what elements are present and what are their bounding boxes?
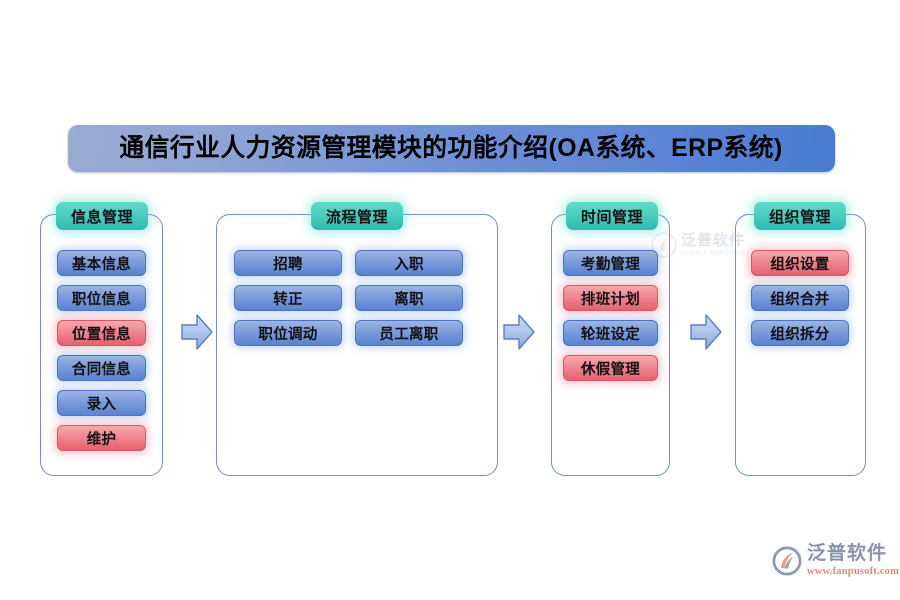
item-chip-label: 休假管理	[580, 361, 641, 378]
item-chip[interactable]: 位置信息	[57, 320, 146, 346]
item-chip-label: 职位调动	[258, 326, 318, 343]
column-header-3[interactable]: 时间管理	[566, 202, 658, 230]
item-chip-label: 位置信息	[71, 326, 132, 343]
column-header-4[interactable]: 组织管理	[754, 202, 846, 230]
column-header-label: 信息管理	[70, 208, 133, 226]
item-chip-label: 离职	[394, 291, 424, 308]
item-chip[interactable]: 维护	[57, 425, 146, 451]
item-chip[interactable]: 员工离职	[355, 320, 463, 346]
item-chip-label: 员工离职	[379, 326, 439, 343]
arrow-col2-to-col3-icon	[502, 312, 536, 352]
arrow-col1-to-col2-icon	[180, 312, 214, 352]
item-chip-label: 职位信息	[71, 291, 132, 308]
item-chip[interactable]: 组织设置	[751, 250, 849, 276]
item-chip-label: 组织拆分	[770, 326, 830, 343]
fanpu-logo: 泛普软件 www.fanpusoft.com	[772, 538, 899, 584]
diagram-title-banner: 通信行业人力资源管理模块的功能介绍(OA系统、ERP系统)	[68, 125, 835, 172]
item-chip[interactable]: 组织合并	[751, 285, 849, 311]
item-chip[interactable]: 职位信息	[57, 285, 146, 311]
logo-text: 泛普软件 www.fanpusoft.com	[807, 544, 899, 578]
item-chip[interactable]: 录入	[57, 390, 146, 416]
item-chip[interactable]: 组织拆分	[751, 320, 849, 346]
item-chip-label: 维护	[86, 431, 117, 448]
item-chip-label: 基本信息	[71, 256, 132, 273]
column-header-label: 流程管理	[325, 208, 388, 226]
item-chip-label: 考勤管理	[580, 256, 641, 273]
logo-url: www.fanpusoft.com	[807, 566, 900, 578]
diagram-canvas: 通信行业人力资源管理模块的功能介绍(OA系统、ERP系统) 泛普软件 FANPU…	[0, 0, 900, 600]
column-header-1[interactable]: 信息管理	[56, 202, 148, 230]
item-chip[interactable]: 招聘	[234, 250, 342, 276]
column-header-2[interactable]: 流程管理	[311, 202, 403, 230]
item-chip-label: 合同信息	[71, 361, 132, 378]
page-title: 通信行业人力资源管理模块的功能介绍(OA系统、ERP系统)	[119, 134, 784, 162]
item-chip[interactable]: 转正	[234, 285, 342, 311]
item-chip-label: 入职	[394, 256, 424, 273]
item-chip[interactable]: 职位调动	[234, 320, 342, 346]
item-chip-label: 轮班设定	[580, 326, 641, 343]
item-chip-label: 组织合并	[770, 291, 830, 308]
item-chip-label: 招聘	[273, 256, 303, 273]
arrow-col3-to-col4-icon	[689, 312, 723, 352]
column-header-label: 时间管理	[580, 208, 643, 226]
item-chip-label: 转正	[273, 291, 303, 308]
item-chip-label: 组织设置	[770, 256, 830, 273]
item-chip[interactable]: 轮班设定	[563, 320, 658, 346]
item-chip-label: 录入	[86, 396, 117, 413]
item-chip[interactable]: 考勤管理	[563, 250, 658, 276]
column-header-label: 组织管理	[768, 208, 831, 226]
fanpu-logo-mark-icon	[772, 546, 802, 576]
item-chip[interactable]: 入职	[355, 250, 463, 276]
logo-name: 泛普软件	[807, 543, 888, 565]
item-chip[interactable]: 休假管理	[563, 355, 658, 381]
item-chip[interactable]: 离职	[355, 285, 463, 311]
item-chip[interactable]: 合同信息	[57, 355, 146, 381]
item-chip-label: 排班计划	[580, 291, 641, 308]
item-chip[interactable]: 基本信息	[57, 250, 146, 276]
item-chip[interactable]: 排班计划	[563, 285, 658, 311]
